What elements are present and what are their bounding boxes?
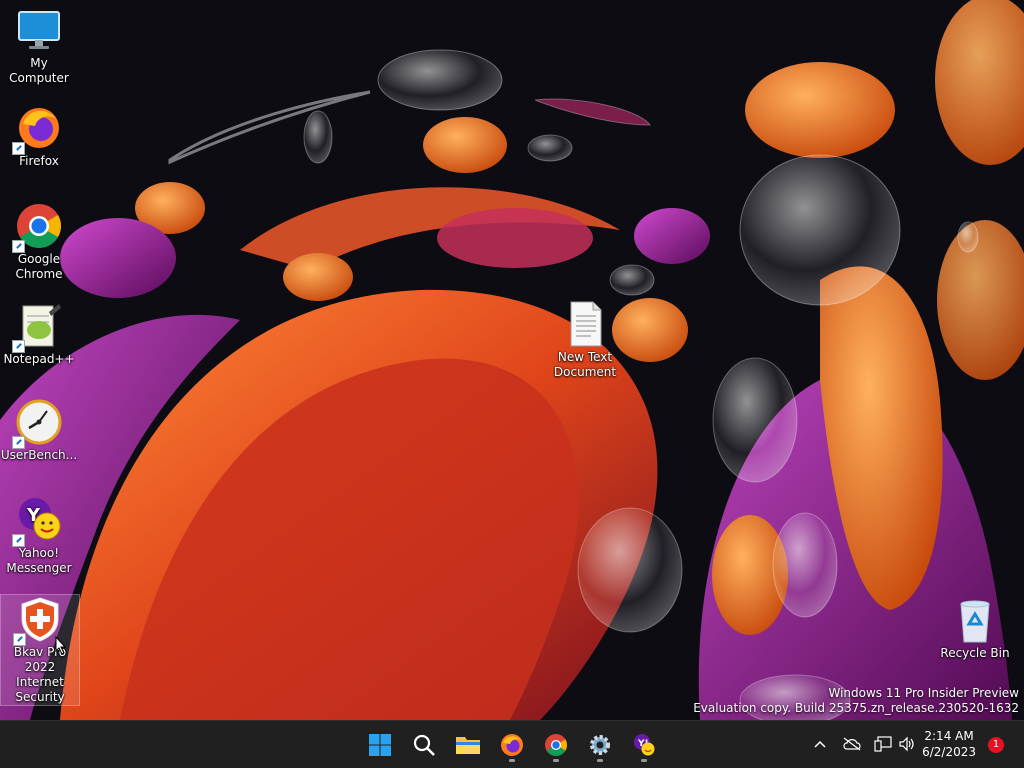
taskbar-file-explorer[interactable] <box>450 727 486 763</box>
clock[interactable]: 2:14 AM 6/2/2023 <box>922 728 976 760</box>
chrome-icon <box>12 202 63 253</box>
file-explorer-icon <box>456 737 480 754</box>
desktop-icon-userbenchmark[interactable]: UserBench... <box>0 398 78 463</box>
userbenchmark-icon <box>12 398 63 449</box>
desktop-icon-label: My Computer <box>9 56 69 85</box>
text-document-icon <box>561 300 609 348</box>
search-icon <box>413 734 435 756</box>
desktop-icon-label: UserBench... <box>0 448 78 462</box>
chevron-up-icon <box>814 740 826 748</box>
taskbar-chrome[interactable] <box>538 727 574 763</box>
desktop-icon-label: Recycle Bin <box>940 646 1010 660</box>
wallpaper <box>0 0 1024 720</box>
desktop-icon-label: New Text Document <box>553 350 617 379</box>
desktop-icon-my-computer[interactable]: My Computer <box>0 6 78 86</box>
running-indicator <box>641 759 647 762</box>
shortcut-arrow-icon <box>12 534 25 547</box>
yahoo-messenger-icon: Y <box>12 496 63 547</box>
desktop-icon-label: Bkav Pro 2022 Internet Security <box>13 645 67 704</box>
clock-date: 6/2/2023 <box>922 745 976 759</box>
settings-icon <box>590 735 610 755</box>
os-watermark: Windows 11 Pro Insider Preview Evaluatio… <box>693 686 1019 716</box>
taskbar-settings[interactable] <box>582 727 618 763</box>
clock-time: 2:14 AM <box>924 729 974 743</box>
watermark-line-1: Windows 11 Pro Insider Preview <box>828 686 1019 700</box>
notification-badge[interactable]: 1 <box>988 737 1004 753</box>
shortcut-arrow-icon <box>12 436 25 449</box>
desktop-icon-label: Notepad++ <box>3 352 75 366</box>
shortcut-arrow-icon <box>13 633 26 646</box>
network-icon <box>874 736 892 752</box>
firefox-icon <box>12 104 63 155</box>
taskbar: Y! 2:14 AM 6/2/2023 1 <box>0 720 1024 768</box>
shortcut-arrow-icon <box>12 340 25 353</box>
start-button[interactable] <box>362 727 398 763</box>
desktop-icon-notepadpp[interactable]: Notepad++ <box>0 302 78 367</box>
network-button[interactable] <box>872 731 894 757</box>
notepadpp-icon <box>12 302 63 353</box>
chrome-icon <box>545 734 567 756</box>
yahoo-messenger-icon: Y! <box>634 734 655 756</box>
running-indicator <box>509 759 515 762</box>
recycle-bin-icon <box>951 596 999 644</box>
watermark-line-2: Evaluation copy. Build 25375.zn_release.… <box>693 701 1019 715</box>
running-indicator <box>597 759 603 762</box>
desktop-icon-firefox[interactable]: Firefox <box>0 104 78 169</box>
onedrive-status-button[interactable] <box>840 731 864 757</box>
start-icon <box>369 734 391 756</box>
mouse-cursor-icon <box>55 636 67 655</box>
shortcut-arrow-icon <box>12 142 25 155</box>
show-hidden-icons-button[interactable] <box>810 731 830 757</box>
desktop-icon-google-chrome[interactable]: Google Chrome <box>0 202 78 282</box>
desktop-icon-label: Google Chrome <box>15 252 63 281</box>
desktop[interactable]: My Computer Firefox Google Chrome Notepa… <box>0 0 1024 720</box>
desktop-icon-label: Yahoo! Messenger <box>6 546 72 575</box>
shortcut-arrow-icon <box>12 240 25 253</box>
desktop-icon-label: Firefox <box>19 154 59 168</box>
desktop-icon-yahoo-messenger[interactable]: Y Yahoo! Messenger <box>0 496 78 576</box>
speaker-icon <box>899 736 914 752</box>
desktop-icon-new-text-document[interactable]: New Text Document <box>546 300 624 380</box>
monitor-icon <box>15 6 63 54</box>
desktop-icon-recycle-bin[interactable]: Recycle Bin <box>936 596 1014 661</box>
running-indicator <box>553 759 559 762</box>
volume-button[interactable] <box>896 731 918 757</box>
firefox-icon <box>501 734 523 756</box>
taskbar-yahoo-messenger[interactable]: Y! <box>626 727 662 763</box>
search-button[interactable] <box>406 727 442 763</box>
desktop-icon-bkav-pro[interactable]: Bkav Pro 2022 Internet Security <box>0 594 80 706</box>
cloud-offline-icon <box>843 737 861 751</box>
taskbar-firefox[interactable] <box>494 727 530 763</box>
